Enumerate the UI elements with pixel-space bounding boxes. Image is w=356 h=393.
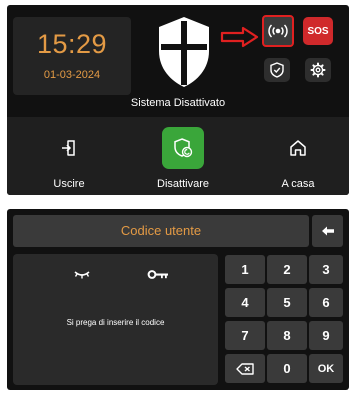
shield-disarm-icon <box>174 138 193 158</box>
key-3[interactable]: 3 <box>309 255 343 284</box>
settings-button[interactable] <box>305 58 331 82</box>
disarm-button-label: Disattivare <box>157 178 209 190</box>
shield-check-icon <box>270 62 284 78</box>
clock-widget: 15:29 01-03-2024 <box>13 17 131 95</box>
key-7[interactable]: 7 <box>225 321 265 350</box>
key-9[interactable]: 9 <box>309 321 343 350</box>
shield-logo-icon <box>159 17 209 87</box>
keypad-title: Codice utente <box>13 215 309 247</box>
status-screen: 15:29 01-03-2024 SOS Sistema Disattivato… <box>7 5 349 195</box>
key-5[interactable]: 5 <box>267 288 307 317</box>
eye-closed-icon[interactable] <box>73 270 91 280</box>
key-0[interactable]: 0 <box>267 354 307 383</box>
arrow-left-icon <box>321 226 334 236</box>
key-6[interactable]: 6 <box>309 288 343 317</box>
gear-icon <box>310 62 326 78</box>
home-icon <box>290 140 306 156</box>
backspace-key[interactable] <box>225 354 265 383</box>
system-status-text: Sistema Disattivato <box>130 97 226 109</box>
arrow-right-icon <box>220 26 259 48</box>
ok-key[interactable]: OK <box>309 354 343 383</box>
home-button[interactable] <box>277 127 319 169</box>
sos-button[interactable]: SOS <box>303 17 333 45</box>
alarm-signal-icon <box>268 24 288 38</box>
back-button[interactable] <box>312 215 343 247</box>
backspace-icon <box>236 362 254 375</box>
shield-status-button[interactable] <box>264 58 290 82</box>
clock-time: 15:29 <box>36 29 108 59</box>
exit-button-label: Uscire <box>53 178 85 190</box>
keypad-screen: Codice utente Si prega di inserire il co… <box>7 209 349 390</box>
key-4[interactable]: 4 <box>225 288 265 317</box>
clock-date: 01-03-2024 <box>43 69 101 81</box>
home-button-label: A casa <box>281 178 315 190</box>
key-8[interactable]: 8 <box>267 321 307 350</box>
code-prompt-text: Si prega di inserire il codice <box>66 318 165 327</box>
exit-door-icon <box>62 140 75 156</box>
key-1[interactable]: 1 <box>225 255 265 284</box>
code-entry-area: Si prega di inserire il codice <box>13 254 218 385</box>
disarm-button[interactable] <box>162 127 204 169</box>
exit-button[interactable] <box>48 127 90 169</box>
alarm-signal-button[interactable] <box>262 15 294 47</box>
key-2[interactable]: 2 <box>267 255 307 284</box>
action-bar: Uscire Disattivare A casa <box>7 117 349 195</box>
key-icon <box>147 270 168 279</box>
